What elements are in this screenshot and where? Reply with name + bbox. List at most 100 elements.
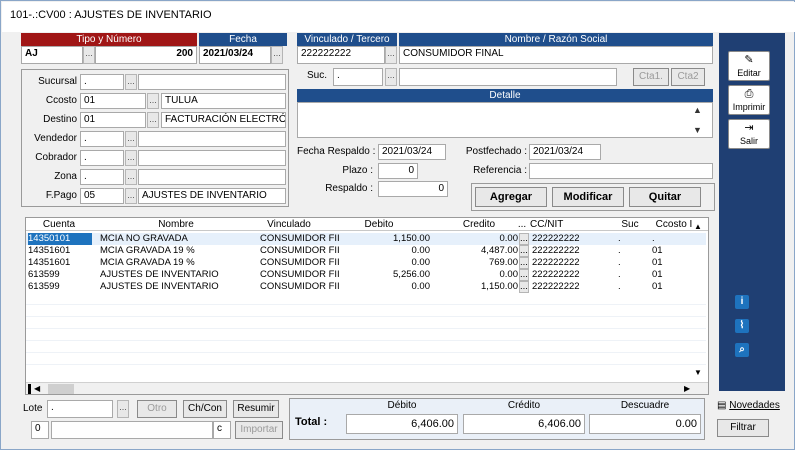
zona-field[interactable]: . [80, 169, 124, 185]
filtrar-button[interactable]: Filtrar [717, 419, 769, 437]
cell-cuenta[interactable]: 613599 [28, 269, 92, 281]
cell-dots[interactable]: ... [519, 245, 529, 257]
counter-field[interactable]: 0 [31, 421, 49, 439]
col-credito[interactable]: Credito [446, 218, 512, 231]
otro-button[interactable]: Otro [137, 400, 177, 418]
referencia-field[interactable] [529, 163, 713, 179]
col-dots[interactable]: ... [516, 218, 528, 231]
fecha-picker-button[interactable]: ... [271, 46, 283, 64]
detalle-scroll-down-icon[interactable]: ▼ [693, 125, 702, 135]
cell-debito[interactable]: 0.00 [342, 245, 431, 257]
cell-nombre[interactable]: AJUSTES DE INVENTARIO [100, 281, 250, 293]
cell-debito[interactable]: 0.00 [342, 257, 431, 269]
tipo-field[interactable]: AJ [21, 46, 83, 64]
cell-ccnit[interactable]: 222222222 [532, 257, 612, 269]
col-ccosto[interactable]: Ccosto I [652, 218, 696, 231]
cell-suc[interactable]: . [618, 257, 638, 269]
lote-field[interactable]: . [47, 400, 113, 418]
ccosto-field[interactable]: 01 [80, 93, 146, 109]
grid-scroll-down-icon[interactable]: ▼ [694, 368, 702, 377]
detalle-textarea[interactable] [297, 102, 713, 138]
cell-credito[interactable]: 0.00 [436, 233, 519, 245]
search-zoom-icon[interactable]: ⌕ [735, 343, 749, 357]
cell-ccnit[interactable]: 222222222 [532, 269, 612, 281]
plazo-field[interactable]: 0 [378, 163, 418, 179]
cell-vinculado[interactable]: CONSUMIDOR FII [260, 245, 342, 257]
col-cuenta[interactable]: Cuenta [34, 218, 84, 231]
cell-suc[interactable]: . [618, 281, 638, 293]
zona-lookup-button[interactable]: ... [125, 169, 137, 185]
cell-ccosto[interactable]: 01 [652, 281, 692, 293]
cell-debito[interactable]: 5,256.00 [342, 269, 430, 281]
table-row[interactable]: 613599 AJUSTES DE INVENTARIO CONSUMIDOR FI… [26, 281, 706, 293]
cobrador-lookup-button[interactable]: ... [125, 150, 137, 166]
cell-credito[interactable]: 4,487.00 [436, 245, 518, 257]
importar-button[interactable]: Importar [235, 421, 283, 439]
cta2-button[interactable]: Cta2 [671, 68, 705, 86]
cell-ccosto[interactable]: 01 [652, 257, 692, 269]
destino-field[interactable]: 01 [80, 112, 146, 128]
table-row[interactable]: 14350101 MCIA NO GRAVADA CONSUMIDOR FII 1,1… [26, 233, 706, 245]
quitar-button[interactable]: Quitar [629, 187, 701, 207]
col-vinculado[interactable]: Vinculado [259, 218, 319, 231]
sucursal-lookup-button[interactable]: ... [125, 74, 137, 90]
col-ccnit[interactable]: CC/NIT [530, 218, 570, 231]
numero-field[interactable]: 200 [95, 46, 197, 64]
col-suc[interactable]: Suc [618, 218, 642, 231]
vinculado-lookup-button[interactable]: ... [385, 46, 397, 64]
cell-vinculado[interactable]: CONSUMIDOR FII [260, 257, 342, 269]
cell-cuenta[interactable]: 14351601 [28, 245, 92, 257]
respaldo-field[interactable]: 0 [378, 181, 448, 197]
sucursal-field[interactable]: . [80, 74, 124, 90]
cell-suc[interactable]: . [618, 269, 638, 281]
vendedor-lookup-button[interactable]: ... [125, 131, 137, 147]
grid-hscroll-thumb[interactable] [48, 384, 74, 394]
lote-lookup-button[interactable]: ... [117, 400, 129, 418]
grid-hscrollbar[interactable]: ◀ ▶ [26, 382, 708, 394]
col-nombre[interactable]: Nombre [146, 218, 206, 231]
fpago-field[interactable]: 05 [80, 188, 124, 204]
cell-debito[interactable]: 0.00 [342, 281, 431, 293]
cell-debito[interactable]: 1,150.00 [342, 233, 430, 245]
cobrador-field[interactable]: . [80, 150, 124, 166]
cell-cuenta[interactable]: 14351601 [28, 257, 92, 269]
cell-ccosto[interactable]: 01 [652, 269, 692, 281]
chcon-button[interactable]: Ch/Con [183, 400, 227, 418]
lote-description-field[interactable] [51, 421, 213, 439]
cell-ccosto[interactable]: 01 [652, 245, 692, 257]
nombre-field[interactable]: CONSUMIDOR FINAL [399, 46, 713, 64]
table-row[interactable]: 14351601 MCIA GRAVADA 19 % CONSUMIDOR FII 0… [26, 245, 706, 257]
attachment-icon[interactable]: ⌇ [735, 319, 749, 333]
agregar-button[interactable]: Agregar [475, 187, 547, 207]
grid-scroll-left-icon[interactable]: ◀ [34, 383, 40, 395]
cell-vinculado[interactable]: CONSUMIDOR FII [260, 269, 342, 281]
cell-credito[interactable]: 769.00 [436, 257, 518, 269]
postfechado-field[interactable]: 2021/03/24 [529, 144, 601, 160]
resumir-button[interactable]: Resumir [233, 400, 279, 418]
c-field[interactable]: c [213, 421, 231, 439]
fecha-respaldo-field[interactable]: 2021/03/24 [378, 144, 446, 160]
col-debito[interactable]: Debito [346, 218, 412, 231]
cell-nombre[interactable]: MCIA GRAVADA 19 % [100, 245, 250, 257]
modificar-button[interactable]: Modificar [552, 187, 624, 207]
cell-dots[interactable]: ... [519, 269, 529, 281]
cell-cuenta[interactable]: 613599 [28, 281, 92, 293]
info-icon[interactable]: i [735, 295, 749, 309]
table-row[interactable]: 14351601 MCIA GRAVADA 19 % CONSUMIDOR FII 0… [26, 257, 706, 269]
vendedor-field[interactable]: . [80, 131, 124, 147]
cell-nombre[interactable]: MCIA NO GRAVADA [100, 233, 250, 245]
cell-credito[interactable]: 1,150.00 [436, 281, 518, 293]
destino-lookup-button[interactable]: ... [147, 112, 159, 128]
cta1-button[interactable]: Cta1. [633, 68, 669, 86]
cell-ccnit[interactable]: 222222222 [532, 245, 612, 257]
cell-suc[interactable]: . [618, 245, 638, 257]
fpago-lookup-button[interactable]: ... [125, 188, 137, 204]
imprimir-button[interactable]: ⎙ Imprimir [728, 85, 770, 115]
cell-nombre[interactable]: AJUSTES DE INVENTARIO [100, 269, 250, 281]
salir-button[interactable]: ⇥ Salir [728, 119, 770, 149]
cell-dots[interactable]: ... [519, 281, 529, 293]
cell-dots[interactable]: ... [519, 257, 529, 269]
cell-cuenta[interactable]: 14350101 [28, 233, 92, 245]
cell-ccnit[interactable]: 222222222 [532, 281, 612, 293]
cell-dots[interactable]: ... [519, 233, 529, 245]
